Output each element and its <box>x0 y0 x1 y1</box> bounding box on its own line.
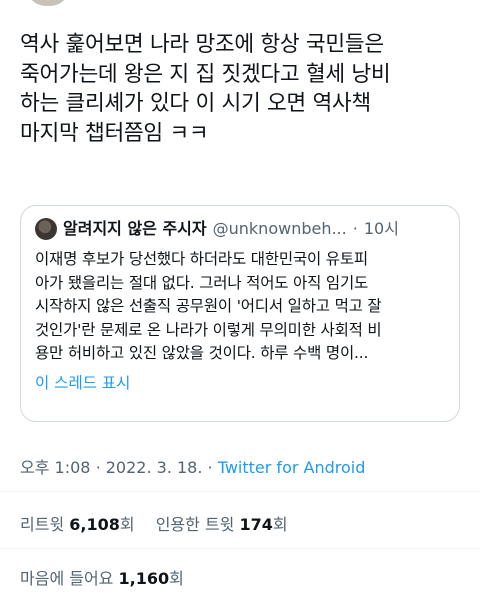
divider <box>0 548 480 549</box>
quote-tweets-label: 인용한 트윗 <box>155 515 235 534</box>
quoted-separator: · <box>352 219 358 238</box>
show-thread-link[interactable]: 이 스레드 표시 <box>35 372 130 394</box>
meta-separator: · <box>95 458 101 477</box>
tweet-date: 2022. 3. 18. <box>105 458 203 477</box>
quoted-author-name: 알려지지 않은 주시자 <box>63 219 207 238</box>
tweet-time: 오후 1:08 <box>20 458 91 477</box>
likes-unit: 회 <box>169 569 184 588</box>
retweet-quote-stats: 리트윗 6,108회 인용한 트윗 174회 <box>20 511 304 535</box>
quote-tweets-stat[interactable]: 인용한 트윗 174회 <box>156 515 288 534</box>
quoted-tweet-header: 알려지지 않은 주시자 @unknownbeh... · 10시 <box>35 218 445 240</box>
tweet-meta: 오후 1:08 · 2022. 3. 18. · Twitter for And… <box>20 454 365 478</box>
tweet-source-link[interactable]: Twitter for Android <box>218 458 366 477</box>
quoted-author-handle: @unknownbeh... <box>212 219 347 238</box>
quoted-tweet-card[interactable]: 알려지지 않은 주시자 @unknownbeh... · 10시 이재명 후보가… <box>20 205 460 422</box>
retweets-count: 6,108 <box>69 515 120 534</box>
retweets-stat[interactable]: 리트윗 6,108회 <box>20 515 140 534</box>
author-avatar[interactable] <box>26 0 70 6</box>
divider <box>0 491 480 492</box>
quote-tweets-unit: 회 <box>272 515 288 534</box>
likes-stat[interactable]: 마음에 들어요 1,160회 <box>20 569 184 588</box>
likes-label: 마음에 들어요 <box>20 569 114 588</box>
quote-tweets-count: 174 <box>239 515 273 534</box>
quoted-tweet-text: 이재명 후보가 당선했다 하더라도 대한민국이 유토피 아가 됐을리는 절대 없… <box>35 250 382 362</box>
quoted-tweet-time: 10시 <box>363 219 399 238</box>
retweets-label: 리트윗 <box>20 515 65 534</box>
meta-separator: · <box>207 458 213 477</box>
retweets-unit: 회 <box>119 515 135 534</box>
quoted-author-avatar <box>35 218 57 240</box>
likes-count: 1,160 <box>118 569 170 588</box>
likes-stats: 마음에 들어요 1,160회 <box>20 565 200 589</box>
tweet-text: 역사 훑어보면 나라 망조에 항상 국민들은 죽어가는데 왕은 지 집 짓겠다고… <box>20 32 391 146</box>
